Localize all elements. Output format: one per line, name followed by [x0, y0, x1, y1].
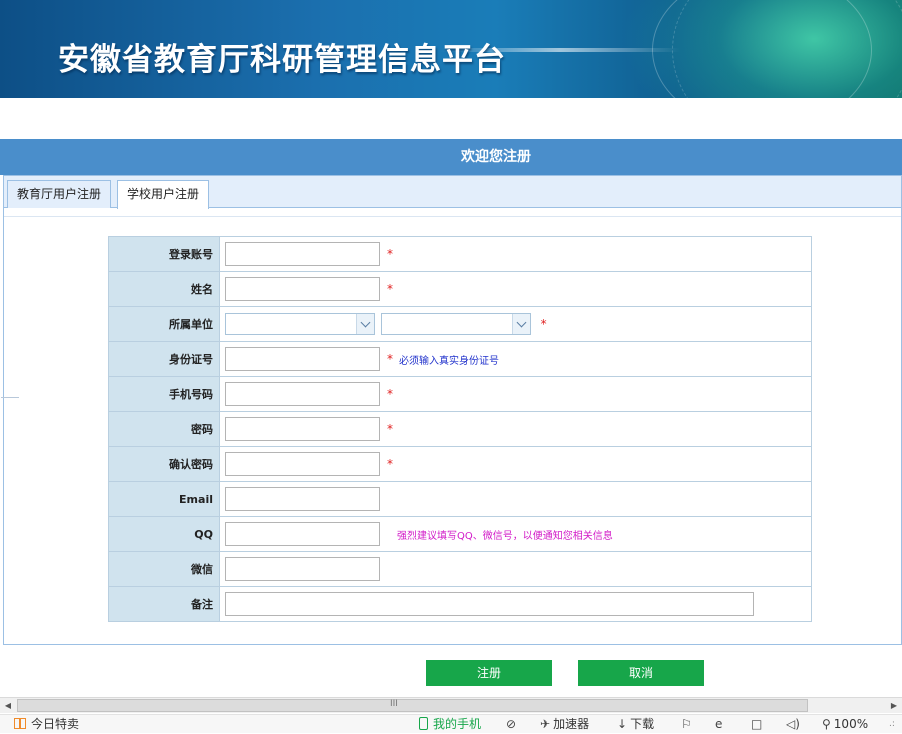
form-row-id: 身份证号 * 必须输入真实身份证号 — [108, 341, 812, 377]
chevron-down-icon[interactable] — [511, 314, 530, 334]
id-number-label: 身份证号 — [108, 341, 220, 377]
scrollbar-thumb[interactable] — [17, 699, 808, 712]
id-number-input[interactable] — [225, 347, 380, 371]
account-input[interactable] — [225, 242, 380, 266]
confirm-password-input[interactable] — [225, 452, 380, 476]
required-mark: * — [387, 282, 393, 296]
required-mark: * — [387, 422, 393, 436]
my-phone-item[interactable]: 我的手机 — [419, 715, 481, 734]
accelerator-label: 加速器 — [553, 717, 590, 731]
cancel-button[interactable]: 取消 — [578, 660, 704, 686]
accelerator-item[interactable]: ✈ 加速器 — [540, 715, 589, 734]
qq-label: QQ — [108, 516, 220, 552]
registration-form: 登录账号 * 姓名 * 所属单位 * 身份证号 * 必须输入真实身份证号 手机号码… — [108, 236, 812, 622]
required-mark: * — [387, 352, 393, 366]
speaker-icon[interactable]: ◁) — [786, 715, 800, 734]
required-mark: * — [387, 247, 393, 261]
form-row-qq: QQ 强烈建议填写QQ、微信号，以便通知您相关信息 — [108, 516, 812, 552]
download-item[interactable]: ↓ 下载 — [617, 715, 654, 734]
confirm-password-label: 确认密码 — [108, 446, 220, 482]
registration-panel: 教育厅用户注册 学校用户注册 登录账号 * 姓名 * 所属单位 * 身份证号 *… — [1, 175, 902, 645]
window-icon[interactable]: □ — [751, 715, 762, 734]
unit-select-secondary[interactable] — [380, 313, 531, 335]
remark-input[interactable] — [225, 592, 754, 616]
tab-school-user-registration[interactable]: 学校用户注册 — [117, 180, 210, 209]
download-icon: ↓ — [617, 717, 628, 731]
form-row-email: Email — [108, 481, 812, 517]
id-number-hint: 必须输入真实身份证号 — [399, 355, 499, 367]
name-input[interactable] — [225, 277, 380, 301]
register-button[interactable]: 注册 — [426, 660, 552, 686]
unit-label: 所属单位 — [108, 306, 220, 342]
form-row-wechat: 微信 — [108, 551, 812, 587]
email-input[interactable] — [225, 487, 380, 511]
password-label: 密码 — [108, 411, 220, 447]
download-label: 下载 — [630, 717, 655, 731]
password-input[interactable] — [225, 417, 380, 441]
account-label: 登录账号 — [108, 236, 220, 272]
unit-select-primary[interactable] — [225, 313, 375, 335]
form-row-confirm-password: 确认密码 * — [108, 446, 812, 482]
required-mark: * — [387, 457, 393, 471]
divider — [1, 397, 19, 398]
header-banner: 安徽省教育厅科研管理信息平台 — [0, 0, 902, 98]
chevron-down-icon[interactable] — [356, 314, 374, 334]
divider — [4, 216, 901, 217]
browser-status-bar: 今日特卖 我的手机 ⊘ ✈ 加速器 ↓ 下载 ⚐ e □ ◁) ⚲ 100% .: — [0, 714, 902, 733]
tab-bar: 教育厅用户注册 学校用户注册 — [4, 176, 901, 209]
form-row-name: 姓名 * — [108, 271, 812, 307]
resize-grip-icon[interactable]: .: — [889, 715, 895, 734]
remark-label: 备注 — [108, 586, 220, 622]
platform-title: 安徽省教育厅科研管理信息平台 — [58, 42, 506, 78]
qq-input[interactable] — [225, 522, 380, 546]
tab-education-dept-registration[interactable]: 教育厅用户注册 — [7, 180, 112, 208]
phone-icon — [419, 717, 428, 730]
ie-icon[interactable]: e — [715, 715, 722, 734]
search-icon: ⚲ — [822, 717, 831, 731]
horizontal-scrollbar[interactable]: ◀ III ▶ — [0, 697, 902, 713]
phone-label: 手机号码 — [108, 376, 220, 412]
phone-input[interactable] — [225, 382, 380, 406]
wechat-label: 微信 — [108, 551, 220, 587]
name-label: 姓名 — [108, 271, 220, 307]
zoom-item[interactable]: ⚲ 100% — [822, 715, 868, 734]
email-label: Email — [108, 481, 220, 517]
form-row-remark: 备注 — [108, 586, 812, 622]
required-mark: * — [540, 317, 547, 331]
welcome-header: 欢迎您注册 — [0, 139, 902, 175]
zoom-level: 100% — [833, 717, 869, 731]
today-deal-label: 今日特卖 — [31, 717, 80, 731]
form-row-phone: 手机号码 * — [108, 376, 812, 412]
scroll-left-icon[interactable]: ◀ — [0, 698, 16, 713]
today-deal-item[interactable]: 今日特卖 — [14, 715, 79, 734]
qq-wechat-hint: 强烈建议填写QQ、微信号，以便通知您相关信息 — [397, 530, 613, 542]
flag-icon[interactable]: ⚐ — [681, 715, 692, 734]
rocket-icon: ✈ — [540, 717, 551, 731]
scrollbar-grip-icon: III — [390, 699, 398, 709]
my-phone-label: 我的手机 — [433, 717, 482, 731]
form-row-unit: 所属单位 * — [108, 306, 812, 342]
form-row-password: 密码 * — [108, 411, 812, 447]
gift-icon — [14, 718, 26, 729]
required-mark: * — [387, 387, 393, 401]
scroll-right-icon[interactable]: ▶ — [886, 698, 902, 713]
compass-icon[interactable]: ⊘ — [506, 715, 516, 734]
wechat-input[interactable] — [225, 557, 380, 581]
form-row-account: 登录账号 * — [108, 236, 812, 272]
banner-ring-dashed — [672, 0, 902, 98]
